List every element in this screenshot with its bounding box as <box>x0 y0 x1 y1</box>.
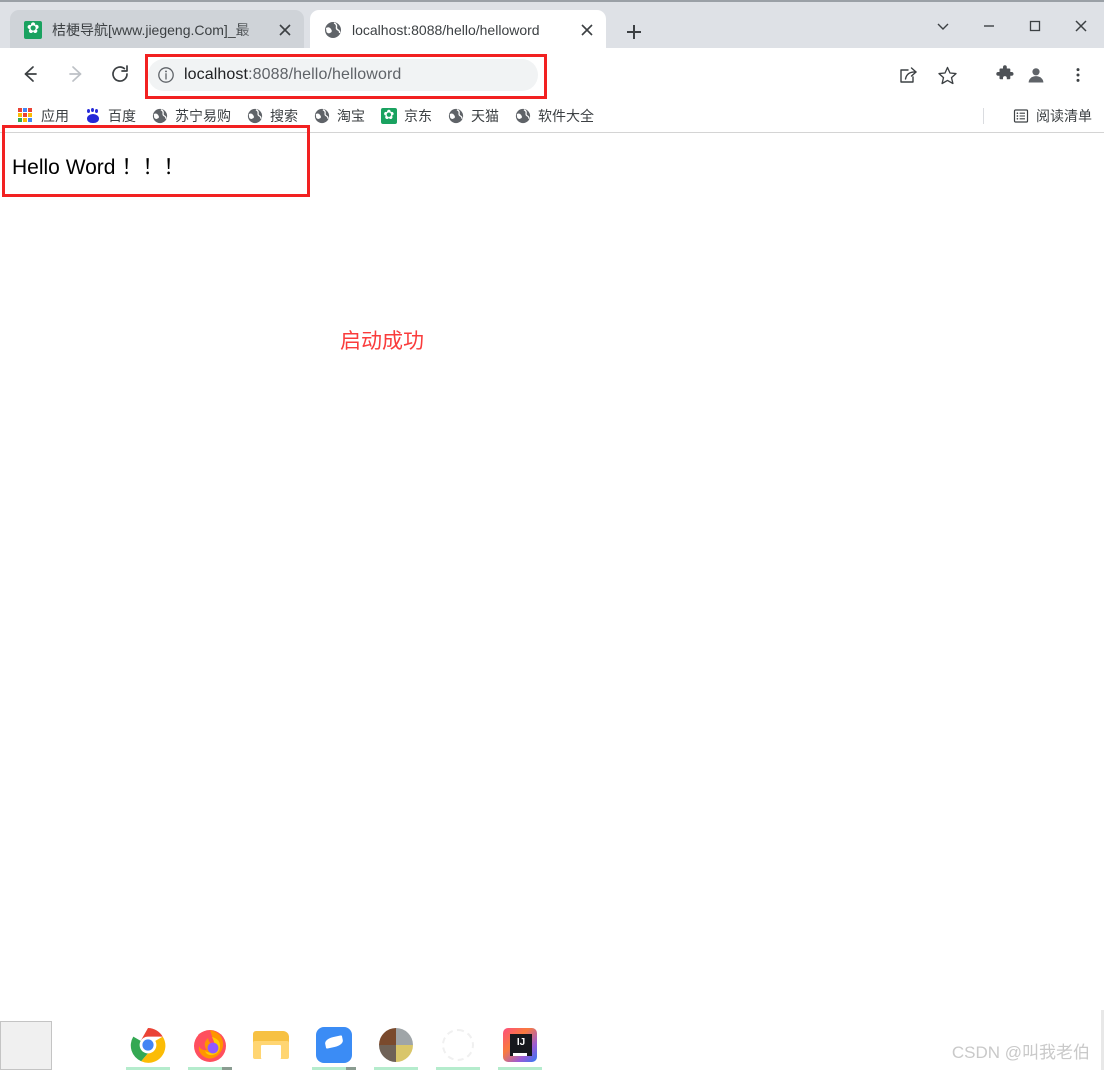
page-viewport: Hello Word ！！！ 启动成功 <box>0 132 1104 506</box>
back-button[interactable] <box>14 58 46 90</box>
bookmark-suning[interactable]: 苏宁易购 <box>146 103 237 129</box>
baidu-paw-icon <box>85 108 101 124</box>
apps-grid-icon <box>18 108 34 124</box>
puzzle-icon[interactable] <box>990 60 1020 90</box>
person-icon[interactable] <box>1021 60 1051 90</box>
bookmark-label: 搜索 <box>270 108 298 124</box>
forward-button <box>60 58 92 90</box>
taskbar: CSDN @叫我老伯 <box>0 505 1104 1070</box>
browser-window: 桔梗导航[www.jiegeng.Com]_最 localhost:8088/h… <box>0 0 1104 506</box>
url-path: :8088/hello/helloword <box>248 66 402 83</box>
taskbar-intellij-idea-icon[interactable] <box>500 1025 540 1065</box>
close-icon[interactable] <box>574 17 600 43</box>
globe-icon <box>314 108 330 124</box>
page-heading: Hello Word ！！！ <box>12 156 185 179</box>
address-bar[interactable]: localhost:8088/hello/helloword <box>148 59 538 91</box>
tab-strip: 桔梗导航[www.jiegeng.Com]_最 localhost:8088/h… <box>0 0 1104 50</box>
url-host: localhost <box>184 66 249 83</box>
taskbar-folder-icon[interactable] <box>252 1025 292 1065</box>
tab-title: 桔梗导航[www.jiegeng.Com]_最 <box>52 22 250 38</box>
three-dots-icon[interactable] <box>1063 60 1093 90</box>
navigation-toolbar: localhost:8088/hello/helloword <box>0 48 1104 141</box>
taskbar-chrome-icon[interactable] <box>128 1025 168 1065</box>
globe-icon <box>448 108 464 124</box>
bookmark-label: 百度 <box>108 108 136 124</box>
globe-icon <box>515 108 531 124</box>
jd-flower-icon <box>381 105 397 125</box>
csdn-watermark: CSDN @叫我老伯 <box>951 1043 1090 1062</box>
bookmarks-bar: 应用 百度 苏宁易购 搜索 淘宝 ✿ 京东 天猫 软件大全 阅读清单 <box>0 100 1104 132</box>
close-icon[interactable] <box>272 17 298 43</box>
reading-list-icon <box>1013 108 1029 124</box>
toolbar-divider <box>983 108 984 124</box>
startup-success-annotation: 启动成功 <box>340 330 424 353</box>
bookmark-label: 淘宝 <box>337 108 365 124</box>
new-tab-button[interactable] <box>620 18 648 46</box>
taskbar-firefox-icon[interactable] <box>190 1025 230 1065</box>
share-icon[interactable] <box>893 60 923 90</box>
globe-icon <box>152 108 168 124</box>
green-flower-favicon <box>24 18 42 40</box>
info-circle-icon[interactable] <box>156 65 176 85</box>
tab-title: localhost:8088/hello/helloword <box>352 22 540 38</box>
bookmark-baidu[interactable]: 百度 <box>79 103 142 129</box>
globe-favicon <box>324 21 342 39</box>
bookmark-label: 应用 <box>41 108 69 124</box>
bookmark-label: 苏宁易购 <box>175 108 231 124</box>
bookmark-apps[interactable]: 应用 <box>12 103 75 129</box>
reading-list-button[interactable]: 阅读清单 <box>1013 104 1092 128</box>
maximize-button[interactable] <box>1012 4 1058 48</box>
tab-localhost-helloword[interactable]: localhost:8088/hello/helloword <box>310 10 606 50</box>
bookmark-label: 软件大全 <box>538 108 594 124</box>
bookmark-label: 天猫 <box>471 108 499 124</box>
taskbar-editor-icon[interactable] <box>314 1025 354 1065</box>
close-button[interactable] <box>1058 4 1104 48</box>
globe-icon <box>247 108 263 124</box>
reload-button[interactable] <box>104 58 136 90</box>
tab-search-chevron-down-icon[interactable] <box>920 4 966 48</box>
bookmark-search[interactable]: 搜索 <box>241 103 304 129</box>
bookmark-software[interactable]: 软件大全 <box>509 103 600 129</box>
bookmark-taobao[interactable]: 淘宝 <box>308 103 371 129</box>
star-icon[interactable] <box>932 60 962 90</box>
bookmark-jd[interactable]: 京东 <box>375 103 438 129</box>
tab-jiegeng-navigation[interactable]: 桔梗导航[www.jiegeng.Com]_最 <box>10 10 304 50</box>
bookmark-label: 京东 <box>404 108 432 124</box>
bookmark-tmall[interactable]: 天猫 <box>442 103 505 129</box>
url-text: localhost:8088/hello/helloword <box>184 66 401 84</box>
taskbar-faint-app-icon[interactable] <box>438 1025 478 1065</box>
window-controls <box>920 4 1104 48</box>
desktop-panel[interactable] <box>0 1021 52 1070</box>
minimize-button[interactable] <box>966 4 1012 48</box>
taskbar-photos-icon[interactable] <box>376 1025 416 1065</box>
reading-list-label: 阅读清单 <box>1036 108 1092 124</box>
